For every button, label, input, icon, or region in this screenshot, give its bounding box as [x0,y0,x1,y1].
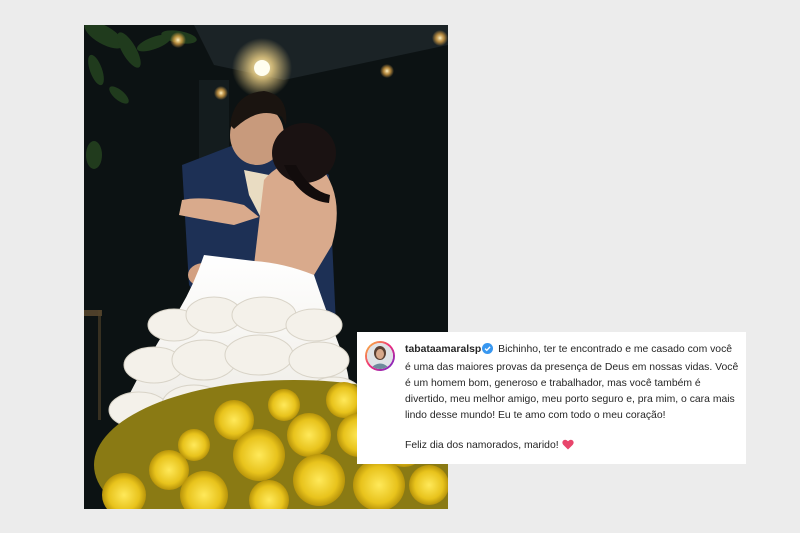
username-link[interactable]: tabataamaralsp [405,344,481,355]
verified-badge-icon [482,343,494,360]
instagram-caption-card: tabataamaralsp Bichinho, ter te encontra… [357,332,746,464]
profile-avatar[interactable] [365,341,395,371]
heart-emoji-icon [561,439,574,456]
post-caption: tabataamaralsp Bichinho, ter te encontra… [405,342,740,456]
avatar-photo [367,343,393,369]
caption-paragraph-1: Bichinho, ter te encontrado e me casado … [405,344,739,421]
caption-paragraph-2: Feliz dia dos namorados, marido! [405,438,740,456]
caption-paragraph-2-text: Feliz dia dos namorados, marido! [405,440,559,451]
